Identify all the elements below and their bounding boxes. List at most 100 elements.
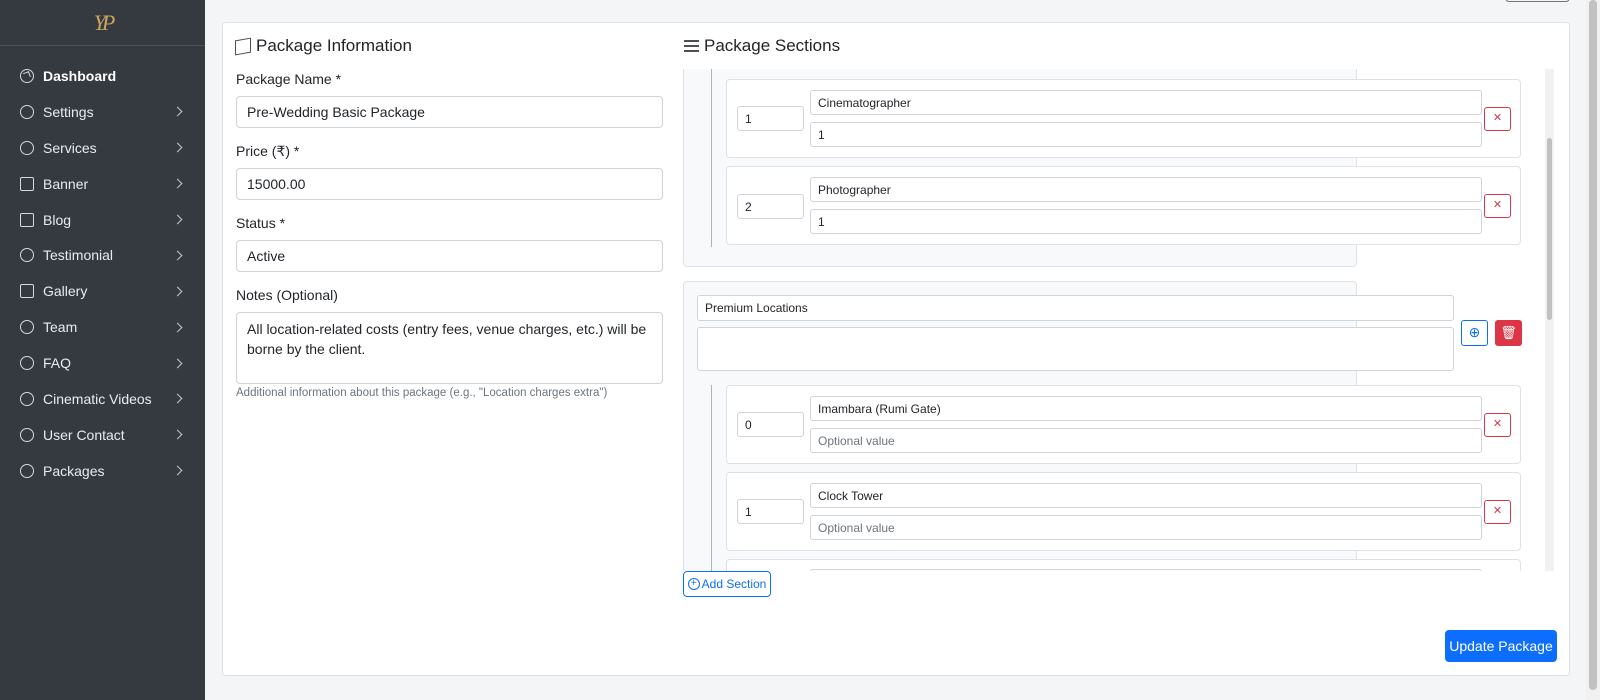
chevron-right-icon bbox=[172, 178, 183, 189]
help-circle-icon bbox=[20, 391, 34, 406]
image-icon bbox=[20, 176, 34, 191]
sidebar-item-label: Banner bbox=[43, 175, 89, 192]
item-name-input[interactable] bbox=[810, 569, 1482, 571]
close-icon: ✕ bbox=[1492, 418, 1503, 430]
price-input[interactable] bbox=[236, 168, 663, 200]
sidebar-item-services[interactable]: Services bbox=[0, 130, 205, 166]
chevron-right-icon bbox=[172, 214, 183, 225]
sidebar-item-label: Team bbox=[43, 319, 78, 336]
remove-item-button[interactable]: ✕ bbox=[1484, 194, 1511, 218]
sidebar-nav: Dashboard Settings Services Banner Blog … bbox=[0, 46, 205, 489]
item-order-input[interactable] bbox=[737, 412, 804, 437]
sidebar-item-label: User Contact bbox=[43, 426, 125, 443]
package-name-input[interactable] bbox=[236, 96, 663, 128]
item-value-input[interactable] bbox=[810, 428, 1482, 453]
sections-scrollbar-thumb[interactable] bbox=[1547, 138, 1552, 320]
remove-item-button[interactable]: ✕ bbox=[1484, 107, 1511, 131]
sidebar-item-label: Gallery bbox=[43, 283, 88, 300]
notes-help-text: Additional information about this packag… bbox=[236, 387, 608, 399]
package-sections-title: Package Sections bbox=[704, 36, 841, 55]
logo-mark: YP bbox=[93, 9, 116, 35]
sidebar-item-blog[interactable]: Blog bbox=[0, 202, 205, 238]
sidebar-item-cinematic-videos[interactable]: Cinematic Videos bbox=[0, 381, 205, 417]
status-select[interactable]: Active bbox=[236, 240, 663, 272]
sections-scroll-area[interactable]: ✕ ✕ ⊕ 🗑 ✕ ✕ bbox=[683, 69, 1559, 571]
chevron-right-icon bbox=[172, 465, 183, 476]
sidebar-item-label: Dashboard bbox=[43, 67, 117, 84]
sidebar-item-label: Services bbox=[43, 139, 97, 156]
remove-item-button[interactable]: ✕ bbox=[1484, 413, 1511, 437]
chevron-right-icon bbox=[172, 142, 183, 153]
close-icon: ✕ bbox=[1492, 112, 1503, 124]
chevron-right-icon bbox=[172, 358, 183, 369]
chevron-right-icon bbox=[172, 429, 183, 440]
chevron-right-icon bbox=[172, 322, 183, 333]
help-circle-icon bbox=[20, 356, 34, 371]
chevron-right-icon bbox=[172, 250, 183, 261]
plus-circle-icon: ⊕ bbox=[1468, 324, 1481, 340]
item-order-input[interactable] bbox=[737, 499, 804, 524]
sidebar-item-label: Blog bbox=[43, 211, 72, 228]
sidebar-item-user-contact[interactable]: User Contact bbox=[0, 417, 205, 453]
page-scrollbar[interactable] bbox=[1586, 0, 1600, 700]
sidebar-item-team[interactable]: Team bbox=[0, 309, 205, 345]
item-order-input[interactable] bbox=[737, 194, 804, 219]
sidebar-item-testimonial[interactable]: Testimonial bbox=[0, 237, 205, 273]
close-icon: ✕ bbox=[1492, 199, 1503, 211]
sidebar-item-label: Settings bbox=[43, 103, 94, 120]
item-value-input[interactable] bbox=[810, 515, 1482, 540]
list-icon bbox=[684, 40, 699, 52]
gear-icon bbox=[20, 104, 34, 119]
sidebar: YP Dashboard Settings Services Banner Bl… bbox=[0, 0, 205, 700]
price-label: Price (₹) * bbox=[236, 143, 300, 159]
section-item-connector bbox=[711, 385, 712, 571]
box-icon bbox=[235, 37, 251, 55]
section-title-input[interactable] bbox=[697, 295, 1454, 321]
chevron-right-icon bbox=[172, 106, 183, 117]
sidebar-item-label: Packages bbox=[43, 462, 105, 479]
brand-logo[interactable]: YP bbox=[0, 0, 205, 46]
sidebar-item-banner[interactable]: Banner bbox=[0, 166, 205, 202]
sidebar-item-label: FAQ bbox=[43, 355, 72, 372]
item-value-input[interactable] bbox=[810, 122, 1482, 147]
item-name-input[interactable] bbox=[810, 177, 1482, 202]
sidebar-item-settings[interactable]: Settings bbox=[0, 94, 205, 130]
item-name-input[interactable] bbox=[810, 90, 1482, 115]
item-order-input[interactable] bbox=[737, 106, 804, 131]
close-icon: ✕ bbox=[1492, 505, 1503, 517]
gallery-icon bbox=[20, 284, 34, 299]
dashboard-icon bbox=[20, 68, 34, 83]
notes-textarea[interactable]: All location-related costs (entry fees, … bbox=[236, 312, 663, 384]
update-package-button[interactable]: Update Package bbox=[1445, 630, 1557, 662]
item-name-input[interactable] bbox=[810, 483, 1482, 508]
section-description-textarea[interactable] bbox=[697, 327, 1454, 371]
chevron-right-icon bbox=[172, 394, 183, 404]
trash-icon: 🗑 bbox=[1500, 325, 1517, 340]
delete-section-button[interactable]: 🗑 bbox=[1495, 320, 1522, 346]
item-name-input[interactable] bbox=[810, 396, 1482, 421]
top-action-button[interactable] bbox=[1505, 0, 1570, 2]
add-section-label: Add Section bbox=[701, 577, 767, 591]
item-value-input[interactable] bbox=[810, 209, 1482, 234]
chat-icon bbox=[20, 248, 34, 263]
chevron-right-icon bbox=[172, 286, 183, 297]
sidebar-item-label: Testimonial bbox=[43, 247, 114, 264]
add-item-button[interactable]: ⊕ bbox=[1461, 320, 1488, 346]
package-name-label: Package Name * bbox=[236, 71, 342, 87]
page-scrollbar-thumb[interactable] bbox=[1589, 0, 1597, 690]
package-info-heading: Package Information bbox=[235, 36, 412, 56]
document-icon bbox=[20, 212, 34, 227]
status-label: Status * bbox=[236, 215, 286, 231]
help-circle-icon bbox=[20, 427, 34, 442]
help-circle-icon bbox=[20, 320, 34, 335]
section-item-connector bbox=[711, 69, 712, 247]
package-sections-heading: Package Sections bbox=[684, 36, 840, 56]
sidebar-item-faq[interactable]: FAQ bbox=[0, 345, 205, 381]
user-circle-icon bbox=[20, 140, 34, 155]
sidebar-item-dashboard[interactable]: Dashboard bbox=[0, 58, 205, 94]
sidebar-item-label: Cinematic Videos bbox=[43, 390, 152, 407]
remove-item-button[interactable]: ✕ bbox=[1484, 500, 1511, 524]
add-section-button[interactable]: + Add Section bbox=[683, 571, 771, 597]
sidebar-item-gallery[interactable]: Gallery bbox=[0, 273, 205, 309]
sidebar-item-packages[interactable]: Packages bbox=[0, 453, 205, 489]
